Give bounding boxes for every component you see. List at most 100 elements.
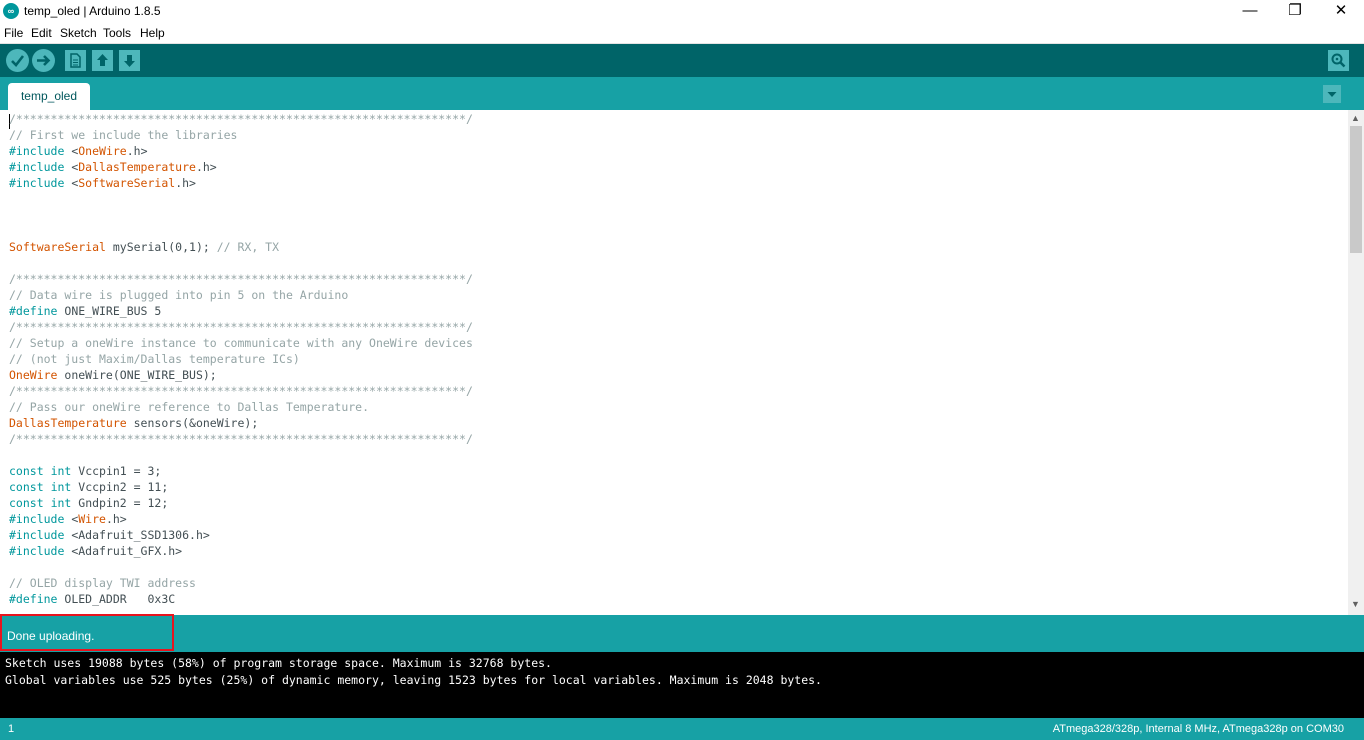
status-highlight-box [0,614,174,651]
code-token: int [50,496,72,510]
code-token: < [64,176,79,190]
code-line: const int Vccpin1 = 3; [9,463,161,479]
menu-tools[interactable]: Tools [103,26,131,40]
code-token: < [64,160,79,174]
code-token: .h> [195,160,217,174]
tab-menu-button[interactable] [1323,85,1341,103]
editor-scrollbar[interactable]: ▲ ▼ [1348,110,1364,615]
code-token: SoftwareSerial [78,176,176,190]
console-output[interactable]: Sketch uses 19088 bytes (58%) of program… [0,652,1364,718]
code-line: SoftwareSerial mySerial(0,1); // RX, TX [9,239,279,255]
code-line: // Pass our oneWire reference to Dallas … [9,399,369,415]
code-token: // First we include the libraries [9,128,238,142]
code-token: #define [9,304,58,318]
close-button[interactable]: ✕ [1318,0,1364,24]
code-token: // Setup a oneWire instance to communica… [9,336,473,350]
footer-bar: 1 ATmega328/328p, Internal 8 MHz, ATmega… [0,718,1364,740]
code-token: /***************************************… [9,272,473,286]
code-line: // OLED display TWI address [9,575,196,591]
code-token: OneWire [78,144,127,158]
scroll-up-icon[interactable]: ▲ [1351,113,1360,123]
arrow-right-icon [37,55,51,66]
scrollbar-thumb[interactable] [1350,126,1362,253]
minimize-button[interactable]: — [1227,0,1273,24]
code-token: #include [9,544,65,558]
code-line: // Setup a oneWire instance to communica… [9,335,473,351]
code-token: mySerial(0,1); [105,240,217,254]
code-line: #include <OneWire.h> [9,143,148,159]
menu-sketch[interactable]: Sketch [60,26,97,40]
code-line: #define ONE_WIRE_BUS 5 [9,303,161,319]
code-token: /***************************************… [9,112,473,126]
code-token: DallasTemperature [9,416,127,430]
tab-bar: temp_oled [0,77,1364,110]
code-token: // (not just Maxim/Dallas temperature IC… [9,352,300,366]
menu-help[interactable]: Help [140,26,165,40]
arduino-logo-icon: ∞ [3,3,19,19]
new-file-icon [70,53,81,68]
code-line: /***************************************… [9,383,473,399]
code-token: sensors(&oneWire); [126,416,259,430]
code-line: DallasTemperature sensors(&oneWire); [9,415,258,431]
code-token: OneWire [9,368,58,382]
code-token: Vccpin2 = 11; [71,480,169,494]
code-line: /***************************************… [9,111,473,127]
console-line: Sketch uses 19088 bytes (58%) of program… [5,656,552,670]
code-line: // First we include the libraries [9,127,237,143]
code-token: #define [9,592,58,606]
code-token: Wire [78,512,106,526]
code-line: #define OLED_ADDR 0x3C [9,591,175,607]
code-line: #include <Wire.h> [9,511,127,527]
code-token: .h> [175,176,196,190]
code-token: DallasTemperature [78,160,196,174]
open-sketch-button[interactable] [92,50,113,71]
code-token: OLED_ADDR 0x3C [57,592,176,606]
code-token: /***************************************… [9,320,473,334]
code-token: Vccpin1 = 3; [71,464,162,478]
window-title: temp_oled | Arduino 1.8.5 [24,4,161,18]
code-line: OneWire oneWire(ONE_WIRE_BUS); [9,367,217,383]
arrow-up-icon [97,54,108,66]
code-token: #include [9,144,65,158]
upload-button[interactable] [32,49,55,72]
code-token: // Data wire is plugged into pin 5 on th… [9,288,349,302]
code-token: .h> [126,144,148,158]
new-sketch-button[interactable] [65,50,86,71]
code-line: /***************************************… [9,431,473,447]
code-line: const int Gndpin2 = 12; [9,495,168,511]
code-token: SoftwareSerial [9,240,106,254]
menu-bar: File Edit Sketch Tools Help [0,24,1364,44]
code-line: #include <SoftwareSerial.h> [9,175,196,191]
code-token: #include [9,160,65,174]
code-line: const int Vccpin2 = 11; [9,479,168,495]
magnifier-icon [1331,53,1346,68]
code-editor[interactable]: /***************************************… [0,110,1348,615]
code-token: <Adafruit_SSD1306.h> [64,528,210,542]
code-token: // Pass our oneWire reference to Dallas … [9,400,370,414]
scroll-down-icon[interactable]: ▼ [1351,599,1360,609]
code-token: Gndpin2 = 12; [71,496,169,510]
status-bar: Done uploading. [0,615,1364,652]
console-line: Global variables use 525 bytes (25%) of … [5,673,822,687]
checkmark-icon [11,55,25,67]
chevron-down-icon [1327,92,1337,97]
code-line: #include <Adafruit_GFX.h> [9,543,182,559]
code-token: #include [9,528,65,542]
verify-button[interactable] [6,49,29,72]
maximize-button[interactable]: ❐ [1272,0,1318,24]
code-token: // OLED display TWI address [9,576,196,590]
code-line: #include <Adafruit_SSD1306.h> [9,527,210,543]
menu-edit[interactable]: Edit [31,26,52,40]
code-token: /***************************************… [9,384,473,398]
tab-temp-oled[interactable]: temp_oled [8,83,90,110]
serial-monitor-button[interactable] [1328,50,1349,71]
save-sketch-button[interactable] [119,50,140,71]
code-token: const [9,496,44,510]
code-token: < [64,512,79,526]
menu-file[interactable]: File [4,26,23,40]
code-token: .h> [105,512,127,526]
board-info: ATmega328/328p, Internal 8 MHz, ATmega32… [1052,723,1344,735]
toolbar [0,44,1364,77]
